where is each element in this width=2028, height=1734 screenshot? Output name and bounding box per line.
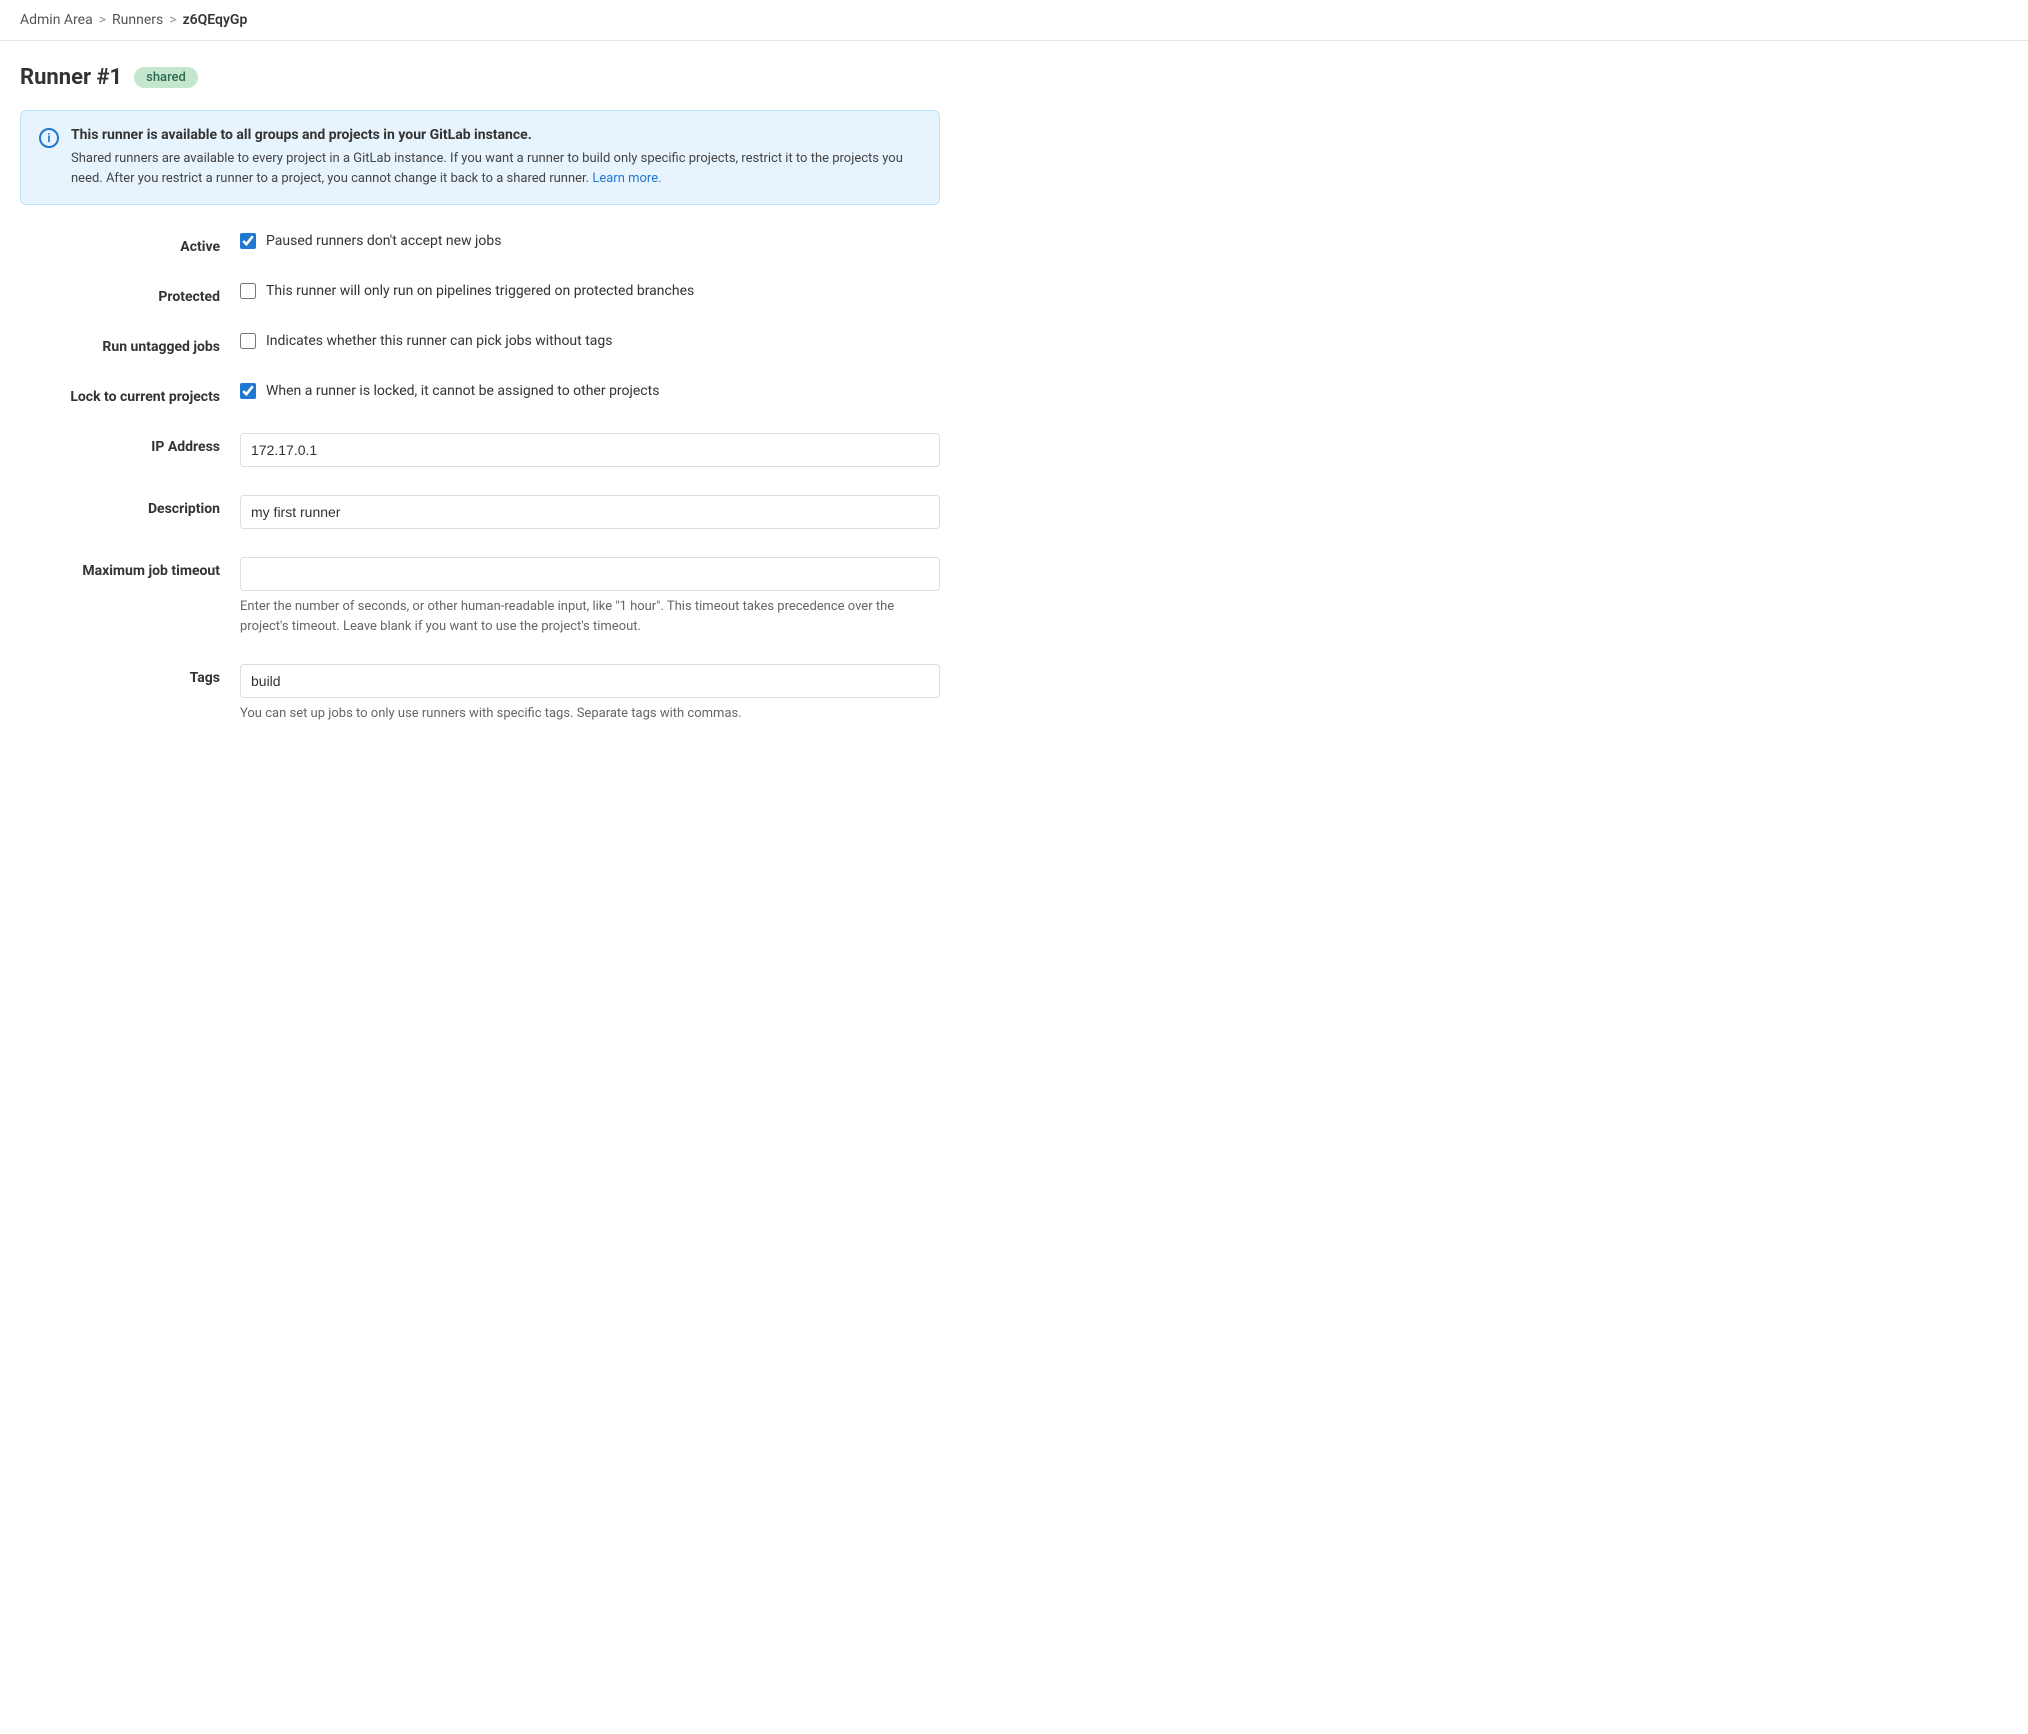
active-checkbox-label: Paused runners don't accept new jobs xyxy=(266,233,501,249)
max-timeout-control: Enter the number of seconds, or other hu… xyxy=(240,557,940,636)
banner-desc-text: Shared runners are available to every pr… xyxy=(71,151,903,186)
runner-form: Active Paused runners don't accept new j… xyxy=(20,233,940,724)
ip-address-input[interactable] xyxy=(240,433,940,467)
active-control: Paused runners don't accept new jobs xyxy=(240,233,940,249)
active-checkbox[interactable] xyxy=(240,233,256,249)
max-timeout-label: Maximum job timeout xyxy=(20,557,240,579)
tags-input[interactable] xyxy=(240,664,940,698)
tags-label: Tags xyxy=(20,664,240,686)
run-untagged-label: Run untagged jobs xyxy=(20,333,240,355)
lock-control: When a runner is locked, it cannot be as… xyxy=(240,383,940,399)
breadcrumb-current: z6QEqyGp xyxy=(183,12,248,28)
protected-label: Protected xyxy=(20,283,240,305)
tags-hint: You can set up jobs to only use runners … xyxy=(240,704,940,724)
protected-control: This runner will only run on pipelines t… xyxy=(240,283,940,299)
runner-title-row: Runner #1 shared xyxy=(20,65,940,90)
run-untagged-control: Indicates whether this runner can pick j… xyxy=(240,333,940,349)
active-checkbox-row[interactable]: Paused runners don't accept new jobs xyxy=(240,233,940,249)
run-untagged-checkbox[interactable] xyxy=(240,333,256,349)
page-title: Runner #1 xyxy=(20,65,122,90)
banner-text: This runner is available to all groups a… xyxy=(71,127,921,188)
banner-bold: This runner is available to all groups a… xyxy=(71,127,921,143)
protected-checkbox-label: This runner will only run on pipelines t… xyxy=(266,283,694,299)
breadcrumb-runners[interactable]: Runners xyxy=(112,12,163,28)
max-timeout-hint: Enter the number of seconds, or other hu… xyxy=(240,597,940,636)
ip-address-control xyxy=(240,433,940,467)
banner-desc: Shared runners are available to every pr… xyxy=(71,149,921,188)
breadcrumb-sep1: > xyxy=(99,12,106,28)
tags-control: You can set up jobs to only use runners … xyxy=(240,664,940,724)
description-input[interactable] xyxy=(240,495,940,529)
info-banner: i This runner is available to all groups… xyxy=(20,110,940,205)
breadcrumb-sep2: > xyxy=(169,12,176,28)
ip-address-label: IP Address xyxy=(20,433,240,455)
protected-checkbox-row[interactable]: This runner will only run on pipelines t… xyxy=(240,283,940,299)
info-icon: i xyxy=(39,128,59,148)
max-timeout-input[interactable] xyxy=(240,557,940,591)
breadcrumb: Admin Area > Runners > z6QEqyGp xyxy=(0,0,2028,41)
page-content: Runner #1 shared i This runner is availa… xyxy=(0,41,960,748)
banner-learn-more-link[interactable]: Learn more. xyxy=(592,171,661,186)
protected-checkbox[interactable] xyxy=(240,283,256,299)
breadcrumb-admin[interactable]: Admin Area xyxy=(20,12,93,28)
description-label: Description xyxy=(20,495,240,517)
lock-checkbox-label: When a runner is locked, it cannot be as… xyxy=(266,383,659,399)
active-label: Active xyxy=(20,233,240,255)
lock-checkbox[interactable] xyxy=(240,383,256,399)
runner-badge: shared xyxy=(134,67,198,88)
run-untagged-checkbox-row[interactable]: Indicates whether this runner can pick j… xyxy=(240,333,940,349)
run-untagged-checkbox-label: Indicates whether this runner can pick j… xyxy=(266,333,613,349)
lock-label: Lock to current projects xyxy=(20,383,240,405)
lock-checkbox-row[interactable]: When a runner is locked, it cannot be as… xyxy=(240,383,940,399)
description-control xyxy=(240,495,940,529)
